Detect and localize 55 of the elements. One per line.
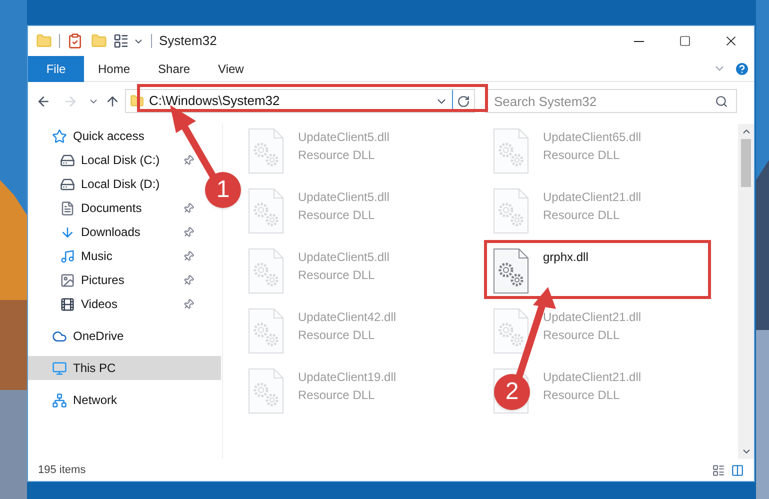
- item-count: 195 items: [38, 462, 86, 478]
- search-icon[interactable]: [715, 94, 728, 108]
- back-icon[interactable]: [36, 94, 51, 108]
- star-icon: [52, 128, 67, 144]
- sidebar-item[interactable]: Downloads: [28, 220, 196, 244]
- file-type: Resource DLL: [298, 267, 376, 284]
- tiles-view-icon[interactable]: [731, 464, 744, 476]
- sidebar-item[interactable]: Local Disk (D:): [28, 172, 196, 196]
- drive-icon: [60, 152, 75, 168]
- sidebar-item[interactable]: Quick access: [28, 124, 148, 148]
- file-type: Resource DLL: [543, 387, 621, 404]
- address-path: C:\Windows\System32: [149, 92, 280, 110]
- ribbon-tab[interactable]: Home: [84, 56, 144, 82]
- search-field[interactable]: Search System32: [485, 89, 737, 113]
- sidebar-item[interactable]: Documents: [28, 196, 196, 220]
- file-type: Resource DLL: [298, 207, 376, 224]
- scrollbar[interactable]: [738, 124, 754, 459]
- network-icon: [52, 392, 67, 408]
- sidebar-item[interactable]: Music: [28, 244, 196, 268]
- monitor-icon: [52, 360, 67, 376]
- drive-icon: [60, 176, 75, 192]
- picture-icon: [60, 272, 75, 288]
- file-type: Resource DLL: [298, 387, 376, 404]
- help-icon[interactable]: [734, 60, 750, 76]
- sidebar-item[interactable]: Network: [28, 388, 122, 412]
- document-icon: [60, 200, 75, 216]
- sidebar-item[interactable]: This PC: [28, 356, 221, 380]
- ribbon-tab[interactable]: View: [204, 56, 258, 82]
- file-type: Resource DLL: [543, 327, 621, 344]
- file-tab[interactable]: File: [28, 56, 84, 82]
- sidebar-item[interactable]: OneDrive: [28, 324, 128, 348]
- film-icon: [60, 296, 75, 312]
- search-input[interactable]: Search System32: [486, 90, 715, 112]
- minimize-icon: [634, 40, 644, 42]
- details-view-icon[interactable]: [712, 464, 725, 476]
- properties-icon[interactable]: [113, 33, 129, 49]
- window-title: System32: [159, 32, 217, 50]
- file-type: Resource DLL: [543, 147, 621, 164]
- scroll-thumb[interactable]: [741, 139, 751, 187]
- maximize-icon: [679, 35, 691, 47]
- refresh-icon[interactable]: [457, 94, 470, 108]
- sidebar-item[interactable]: Local Disk (C:): [28, 148, 196, 172]
- file-type: Resource DLL: [543, 207, 621, 224]
- down-arrow-icon: [60, 224, 75, 240]
- file-type: Resource DLL: [298, 147, 376, 164]
- ribbon-tab[interactable]: Share: [144, 56, 204, 82]
- file-type: Resource DLL: [298, 327, 376, 344]
- music-note-icon: [60, 248, 75, 264]
- address-bar[interactable]: C:\Windows\System32: [125, 89, 475, 113]
- checklist-icon[interactable]: [67, 33, 83, 49]
- cloud-icon: [52, 328, 67, 344]
- file-name[interactable]: grphx.dll: [543, 248, 588, 266]
- sidebar-item[interactable]: Pictures: [28, 268, 196, 292]
- sidebar-item[interactable]: Videos: [28, 292, 196, 316]
- up-icon[interactable]: [105, 94, 120, 108]
